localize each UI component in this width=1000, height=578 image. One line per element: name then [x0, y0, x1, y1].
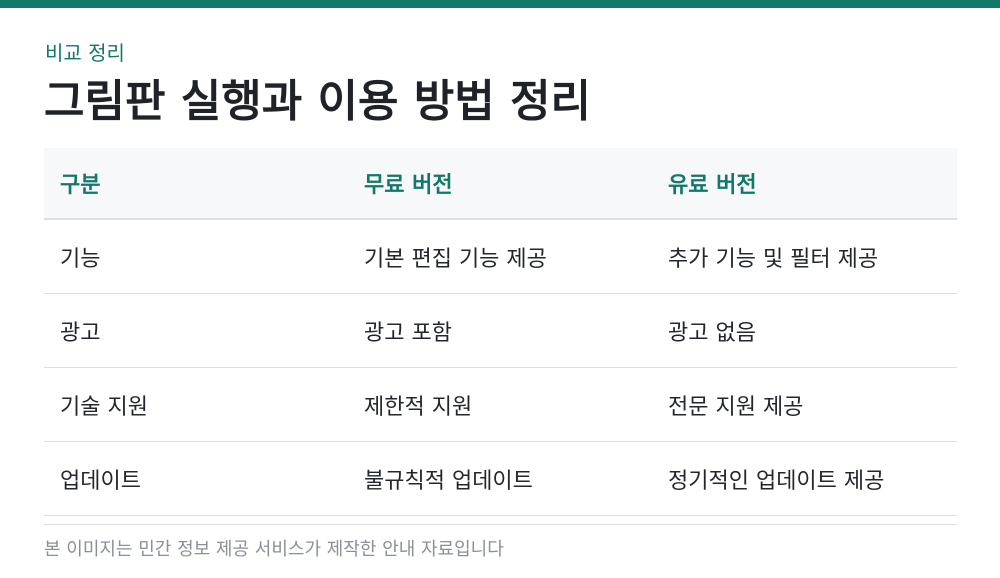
table-row: 기술 지원 제한적 지원 전문 지원 제공: [44, 367, 957, 442]
row-label: 업데이트: [44, 441, 348, 516]
section-eyebrow: 비교 정리: [45, 41, 125, 65]
row-label: 광고: [44, 293, 348, 368]
paid-cell: 광고 없음: [652, 293, 957, 368]
table-row: 기능 기본 편집 기능 제공 추가 기능 및 필터 제공: [44, 219, 957, 294]
footnote: 본 이미지는 민간 정보 제공 서비스가 제작한 안내 자료입니다: [44, 539, 504, 560]
paid-cell: 정기적인 업데이트 제공: [652, 441, 957, 516]
free-cell: 광고 포함: [348, 293, 652, 368]
free-cell: 불규칙적 업데이트: [348, 441, 652, 516]
table-row: 광고 광고 포함 광고 없음: [44, 293, 957, 368]
row-label: 기술 지원: [44, 367, 348, 442]
page-title: 그림판 실행과 이용 방법 정리: [44, 76, 592, 127]
table-header-row: 구분 무료 버전 유료 버전: [44, 148, 957, 220]
footer-divider: [44, 524, 957, 525]
comparison-table: 구분 무료 버전 유료 버전 기능 기본 편집 기능 제공 추가 기능 및 필터…: [44, 148, 957, 516]
free-cell: 기본 편집 기능 제공: [348, 219, 652, 294]
column-header-free: 무료 버전: [348, 148, 652, 220]
column-header-category: 구분: [44, 148, 348, 220]
column-header-paid: 유료 버전: [652, 148, 957, 220]
row-label: 기능: [44, 219, 348, 294]
comparison-card: 비교 정리 그림판 실행과 이용 방법 정리 구분 무료 버전 유료 버전 기능…: [44, 0, 957, 578]
paid-cell: 전문 지원 제공: [652, 367, 957, 442]
free-cell: 제한적 지원: [348, 367, 652, 442]
paid-cell: 추가 기능 및 필터 제공: [652, 219, 957, 294]
table-row: 업데이트 불규칙적 업데이트 정기적인 업데이트 제공: [44, 441, 957, 516]
